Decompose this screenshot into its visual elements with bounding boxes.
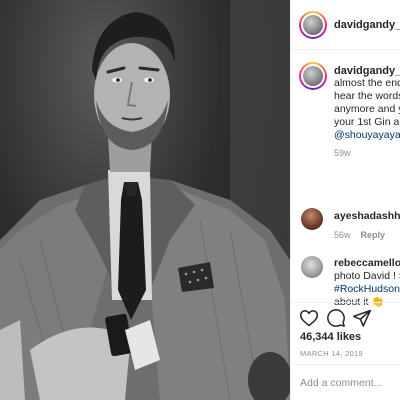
comment-1-avatar[interactable]	[301, 208, 323, 230]
comment-icon[interactable]	[326, 308, 346, 328]
comment-1-age: 56w	[334, 230, 351, 240]
comment-2-hashtag[interactable]: #RockHudson	[334, 283, 400, 295]
caption-age: 59w	[334, 148, 351, 158]
comment-1-username[interactable]: ayeshadashh	[334, 210, 400, 222]
add-comment-input[interactable]: Add a comment...	[300, 377, 382, 389]
comment-2-line-1: photo David ! S	[334, 270, 400, 282]
caption-line-4: your 1st Gin and	[334, 116, 400, 128]
comment-1-meta: 56w Reply	[334, 230, 385, 240]
comment-2-username-line: rebeccamellorr	[334, 257, 400, 270]
caption-line-2: hear the words	[334, 90, 400, 102]
comment-1-reply-button[interactable]: Reply	[361, 230, 386, 240]
comment-input-divider	[290, 364, 400, 365]
share-icon[interactable]	[352, 308, 372, 328]
likes-count[interactable]: 46,344 likes	[300, 331, 361, 343]
comment-2-username[interactable]: rebeccamellorr	[334, 257, 400, 269]
comment-2-line-2: #RockHudson /	[334, 283, 400, 296]
author-avatar[interactable]	[299, 11, 327, 39]
heart-icon[interactable]	[299, 308, 319, 328]
caption-line-1: almost the end	[334, 77, 400, 89]
caption-avatar[interactable]	[299, 62, 327, 90]
man-in-suit-illustration	[0, 0, 290, 400]
comment-2-avatar[interactable]	[301, 256, 323, 278]
actions-divider	[290, 302, 400, 303]
post-photo[interactable]	[0, 0, 290, 400]
caption-mention-link[interactable]: @shouyayaya	[334, 129, 400, 142]
caption-username[interactable]: davidgandy_off	[334, 65, 400, 77]
post-date: MARCH 14, 2019	[300, 349, 363, 358]
comment-1-body: ayeshadashh @	[334, 210, 400, 223]
caption-line-3: anymore and yo	[334, 103, 400, 115]
header-username[interactable]: davidgandy_off	[334, 19, 400, 31]
